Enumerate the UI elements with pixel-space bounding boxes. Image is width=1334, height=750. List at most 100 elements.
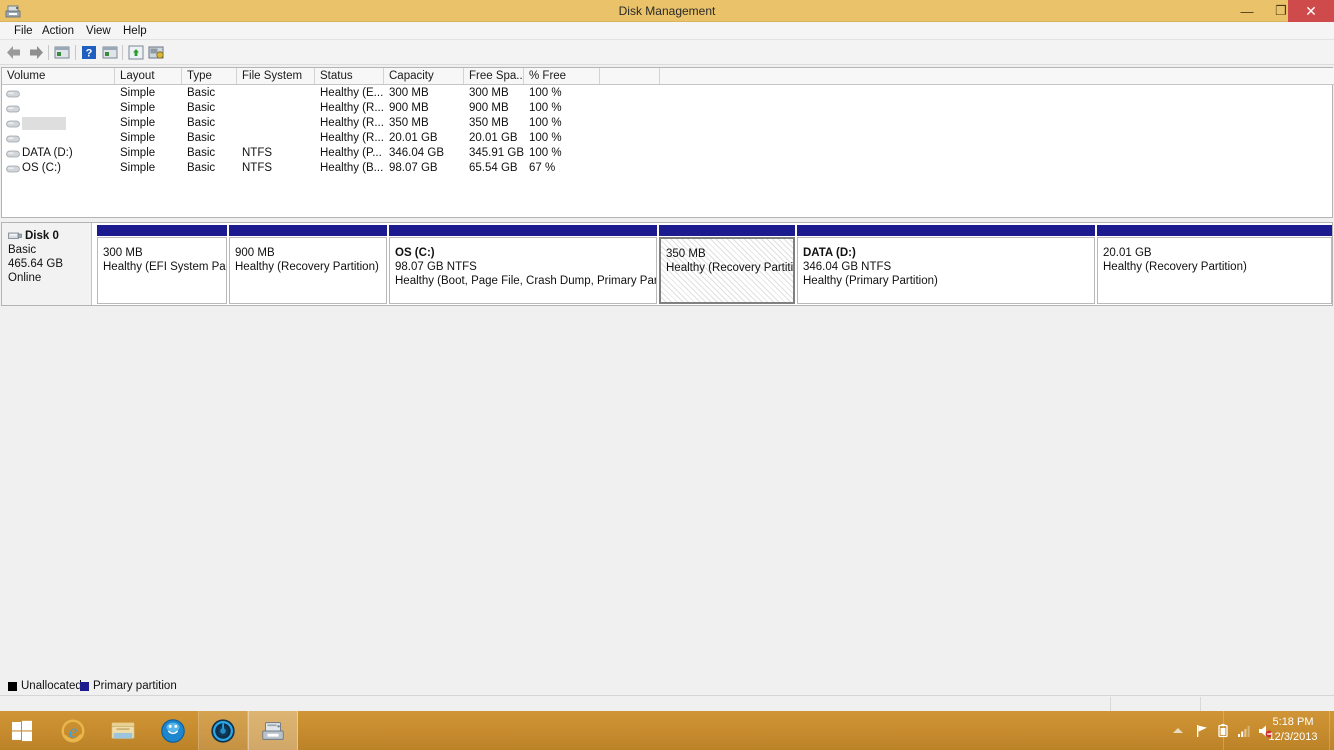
disk-0-info[interactable]: Disk 0 Basic 465.64 GB Online — [2, 223, 92, 305]
menu-item-action[interactable]: Action — [36, 22, 80, 40]
network-signal-icon — [1238, 726, 1250, 737]
cell-capacity: 300 MB — [389, 87, 429, 99]
cell-filesystem: NTFS — [242, 162, 273, 174]
disk-type: Basic — [8, 244, 37, 256]
refresh-icon[interactable] — [126, 43, 146, 62]
partition-detail: Healthy (Recovery Partition) — [1103, 261, 1247, 273]
tray-action-center-flag[interactable] — [1194, 723, 1210, 739]
partition-color-bar — [229, 225, 387, 236]
legend-label: Unallocated — [21, 680, 82, 692]
help-icon[interactable]: ? — [79, 43, 99, 62]
forward-arrow-icon[interactable] — [26, 43, 46, 62]
column-header-capacity[interactable]: Capacity — [384, 68, 464, 84]
cell-layout: Simple — [120, 147, 156, 159]
cell-status: Healthy (R... — [320, 102, 384, 114]
taskbar-app-media-player[interactable] — [198, 711, 248, 750]
partition-detail: Healthy (EFI System Partiti — [103, 261, 226, 273]
menu-item-view[interactable]: View — [80, 22, 117, 40]
cell-type: Basic — [187, 147, 216, 159]
cell-free-space: 65.54 GB — [469, 162, 518, 174]
partition-color-bar — [1097, 225, 1332, 236]
menu-item-help[interactable]: Help — [117, 22, 153, 40]
close-button[interactable]: ✕ — [1288, 0, 1334, 22]
cell-capacity: 20.01 GB — [389, 132, 438, 144]
tray-network-signal[interactable] — [1236, 723, 1252, 739]
table-row[interactable]: Simple Basic Healthy (E... 300 MB 300 MB 100 … — [2, 86, 1334, 101]
cell-filesystem — [237, 86, 315, 101]
tray-show-hiddens-icon[interactable] — [1170, 723, 1186, 739]
show-hide-console-tree-icon[interactable] — [52, 43, 72, 62]
cell-capacity: 98.07 GB — [389, 162, 438, 174]
column-header-file-system[interactable]: File System — [237, 68, 315, 84]
cell-status: Healthy (R... — [320, 117, 384, 129]
partition-block[interactable]: OS (C:) 98.07 GB NTFS Healthy (Boot, Page … — [389, 225, 657, 304]
tray-battery[interactable] — [1215, 723, 1231, 739]
partition-block[interactable]: 900 MB Healthy (Recovery Partition) — [229, 225, 387, 304]
empty-workspace-area — [0, 307, 1334, 677]
table-row[interactable]: Simple Basic Healthy (R... 350 MB 350 MB 100 … — [2, 116, 1334, 131]
column-header-volume[interactable]: Volume — [2, 68, 115, 84]
menu-item-file[interactable]: File — [8, 22, 39, 40]
partition-block[interactable]: DATA (D:) 346.04 GB NTFS Healthy (Primary … — [797, 225, 1095, 304]
column-header-filler[interactable] — [600, 68, 660, 84]
legend-swatch — [80, 682, 89, 691]
status-bar-section — [1110, 697, 1200, 711]
partition-block[interactable]: 20.01 GB Healthy (Recovery Partition) — [1097, 225, 1332, 304]
cell-status: Healthy (B... — [320, 162, 384, 174]
clock-time: 5:18 PM — [1272, 716, 1314, 728]
table-row[interactable]: Simple Basic Healthy (R... 900 MB 900 MB 100 … — [2, 101, 1334, 116]
partition-block[interactable]: 300 MB Healthy (EFI System Partiti — [97, 225, 227, 304]
cell-percent-free: 100 % — [529, 102, 562, 114]
cell-filesystem — [237, 116, 315, 131]
windows-logo-icon — [12, 720, 32, 741]
cell-volume: OS (C:) — [22, 162, 61, 174]
volume-list-panel: Volume Layout Type File System Status Capacit… — [1, 67, 1334, 218]
column-header-type[interactable]: Type — [182, 68, 237, 84]
partition-body: 350 MB Healthy (Recovery Partition — [659, 237, 795, 304]
partition-color-bar — [797, 225, 1095, 236]
battery-icon — [1218, 724, 1228, 738]
partition-detail: Healthy (Recovery Partition) — [235, 261, 379, 273]
column-header-free-spa[interactable]: Free Spa... — [464, 68, 524, 84]
column-header-status[interactable]: Status — [315, 68, 384, 84]
cell-layout: Simple — [120, 87, 156, 99]
media-player-icon — [211, 718, 235, 743]
table-row[interactable]: DATA (D:) Simple Basic NTFS Healthy (P... 346… — [2, 146, 1334, 161]
disk-name: Disk 0 — [25, 230, 59, 242]
show-desktop-button[interactable] — [1329, 711, 1334, 750]
cell-type: Basic — [187, 102, 216, 114]
taskbar-app-file-explorer[interactable] — [98, 711, 148, 750]
separator-3 — [122, 45, 123, 60]
rescan-disks-icon[interactable] — [146, 43, 166, 62]
cell-percent-free: 100 % — [529, 147, 562, 159]
taskbar-app-internet-explorer[interactable]: e — [48, 711, 98, 750]
column-header--free[interactable]: % Free — [524, 68, 600, 84]
internet-explorer-icon: e — [61, 719, 85, 742]
back-arrow-icon[interactable] — [4, 43, 24, 62]
minimize-button[interactable]: — — [1230, 0, 1264, 22]
status-bar-section — [1200, 697, 1334, 711]
column-header-layout[interactable]: Layout — [115, 68, 182, 84]
disk-management-icon — [262, 721, 284, 740]
table-row[interactable]: OS (C:) Simple Basic NTFS Healthy (B... 98.07… — [2, 161, 1334, 176]
taskbar-app-browser[interactable] — [148, 711, 198, 750]
windows-taskbar: e 5:18 PM 12/3/2013 — [0, 711, 1334, 750]
partition-color-bar — [659, 225, 795, 236]
taskbar-app-disk-management[interactable] — [248, 711, 298, 750]
table-row[interactable]: Simple Basic Healthy (R... 20.01 GB 20.01 GB… — [2, 131, 1334, 146]
cell-percent-free: 67 % — [529, 162, 556, 174]
properties-icon[interactable] — [100, 43, 120, 62]
cell-layout: Simple — [120, 162, 156, 174]
partition-size: 346.04 GB NTFS — [803, 261, 892, 273]
start-button[interactable] — [0, 711, 44, 750]
partition-body: 300 MB Healthy (EFI System Partiti — [97, 237, 227, 304]
cell-volume — [2, 131, 115, 146]
cell-status: Healthy (R... — [320, 132, 384, 144]
cell-free-space: 345.91 GB — [469, 147, 524, 159]
cell-percent-free: 100 % — [529, 117, 562, 129]
partition-body: 900 MB Healthy (Recovery Partition) — [229, 237, 387, 304]
cell-capacity: 350 MB — [389, 117, 429, 129]
partition-block[interactable]: 350 MB Healthy (Recovery Partition — [659, 225, 795, 304]
cell-volume: DATA (D:) — [22, 147, 73, 159]
taskbar-clock[interactable]: 5:18 PM 12/3/2013 — [1260, 715, 1326, 745]
